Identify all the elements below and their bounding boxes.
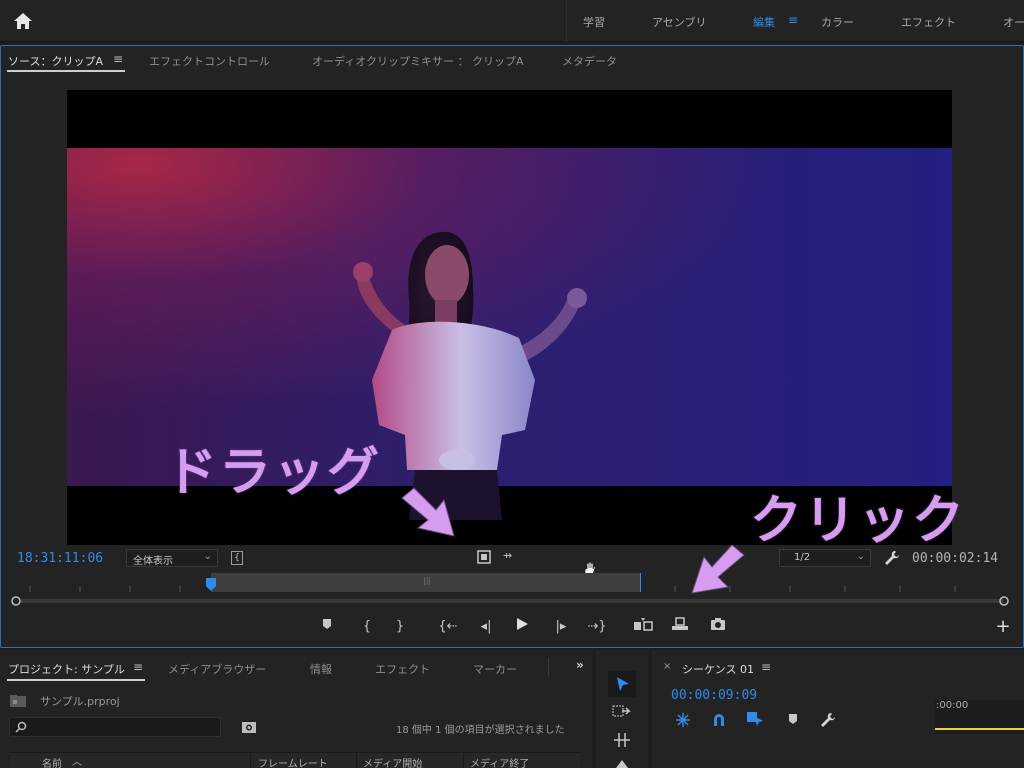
tab-info[interactable]: 情報: [310, 661, 332, 677]
search-icon: [15, 721, 27, 733]
clip-duration-timecode: 00:00:02:14: [912, 551, 999, 566]
more-tabs-icon[interactable]: »: [576, 658, 584, 672]
ripple-edit-tool-icon[interactable]: [613, 732, 631, 748]
step-forward-button[interactable]: |▸: [550, 617, 572, 637]
snap-magnet-icon[interactable]: [711, 712, 727, 728]
mark-out-button[interactable]: }: [389, 617, 411, 637]
selection-tool-button[interactable]: [608, 671, 636, 697]
tab-source[interactable]: ソース：クリップA: [8, 53, 103, 69]
add-marker-button[interactable]: [316, 617, 338, 637]
mark-in-icon: {: [362, 619, 372, 634]
panel-menu-icon[interactable]: ≡: [133, 660, 143, 674]
drag-video-icon[interactable]: {: [231, 551, 243, 565]
go-to-out-icon: ⇢}: [587, 619, 607, 634]
mark-in-button[interactable]: {: [356, 617, 378, 637]
camera-icon: [711, 618, 725, 630]
drag-arrow-icon: [401, 487, 455, 537]
track-select-tool-icon[interactable]: [612, 704, 632, 720]
selection-arrow-icon: [617, 677, 629, 691]
go-to-in-button[interactable]: {⇠: [437, 617, 459, 637]
workspace-tab-color[interactable]: カラー: [821, 14, 854, 30]
nest-toggle-icon[interactable]: [675, 712, 691, 728]
sequence-timecode[interactable]: 00:00:09:09: [671, 688, 757, 703]
play-button[interactable]: [511, 617, 533, 637]
panel-menu-icon[interactable]: ≡: [113, 52, 123, 66]
go-to-in-icon: {⇠: [438, 619, 458, 634]
step-back-button[interactable]: ◂|: [475, 617, 497, 637]
work-area-bar[interactable]: [935, 728, 1024, 730]
workspace-bar: [0, 0, 1024, 42]
selection-status: 18 個中 1 個の項目が選択されました: [396, 725, 565, 736]
workspace-tab-edit[interactable]: 編集: [753, 14, 775, 30]
column-divider[interactable]: [463, 752, 464, 768]
column-divider[interactable]: [356, 752, 357, 768]
chevron-down-icon: ⌄: [856, 551, 865, 562]
overwrite-icon: [672, 617, 688, 630]
zoom-scrollbar[interactable]: [10, 596, 1014, 606]
zoom-fit-select[interactable]: 全体表示 ⌄: [126, 549, 218, 567]
workspace-menu-icon[interactable]: ≡: [788, 13, 798, 27]
step-forward-icon: |▸: [555, 619, 567, 634]
tab-effect-controls[interactable]: エフェクトコントロール: [149, 53, 270, 69]
drag-audio-only-icon[interactable]: ⇸: [503, 549, 512, 562]
marker-icon: [323, 619, 331, 629]
tab-effects[interactable]: エフェクト: [375, 661, 430, 677]
tab-audio-clip-mixer[interactable]: オーディオクリップミキサー ： クリップA: [312, 53, 524, 69]
step-back-icon: ◂|: [480, 619, 492, 634]
divider: [548, 658, 549, 676]
search-input[interactable]: [9, 717, 221, 737]
playhead-timecode[interactable]: 18:31:11:06: [17, 551, 103, 566]
sort-ascending-icon[interactable]: ︿: [72, 753, 82, 768]
tab-media-browser[interactable]: メディアブラウザー: [168, 661, 266, 677]
tab-metadata[interactable]: メタデータ: [562, 53, 617, 69]
column-media-end[interactable]: メディア終了: [470, 755, 529, 768]
workspace-tab-learn[interactable]: 学習: [583, 14, 605, 30]
workspace-tab-assembly[interactable]: アセンブリ: [652, 14, 706, 30]
drag-video-only-icon[interactable]: [477, 550, 491, 564]
tab-markers[interactable]: マーカー: [473, 661, 517, 677]
resolution-label: 1/2: [794, 552, 811, 563]
find-bin-icon[interactable]: [241, 720, 257, 734]
razor-tool-icon[interactable]: [613, 760, 631, 768]
workspace-tab-effects[interactable]: エフェクト: [901, 14, 956, 30]
divider: [566, 0, 567, 42]
insert-button[interactable]: [632, 617, 654, 637]
playhead-icon[interactable]: [205, 578, 217, 592]
export-frame-button[interactable]: [707, 617, 729, 637]
add-marker-icon[interactable]: [787, 713, 799, 725]
project-file-icon: [10, 695, 26, 707]
playback-resolution-select[interactable]: 1/2 ⌄: [779, 549, 871, 567]
drag-annotation: ドラッグ: [165, 443, 382, 503]
workspace-tab-audio[interactable]: オー: [1003, 14, 1024, 30]
linked-selection-icon[interactable]: [746, 711, 764, 727]
range-grip-icon[interactable]: |||: [423, 576, 431, 585]
project-file-name: サンプル.prproj: [40, 695, 120, 708]
overwrite-button[interactable]: [669, 617, 691, 637]
panel-menu-icon[interactable]: ≡: [761, 660, 771, 674]
active-tab-indicator: [7, 679, 145, 681]
column-name[interactable]: 名前: [42, 755, 62, 768]
button-editor-button[interactable]: +: [992, 617, 1014, 637]
mark-out-icon: }: [395, 619, 405, 634]
zoom-fit-label: 全体表示: [133, 556, 173, 567]
go-to-out-button[interactable]: ⇢}: [586, 617, 608, 637]
active-tab-indicator: [7, 70, 125, 72]
wrench-icon[interactable]: [884, 550, 900, 566]
column-frame-rate[interactable]: フレームレート: [258, 755, 328, 768]
column-media-start[interactable]: メディア開始: [363, 755, 422, 768]
close-icon[interactable]: ×: [663, 661, 671, 672]
click-annotation: クリック: [750, 491, 967, 551]
ruler-time-label: :00:00: [936, 700, 969, 711]
sequence-tab[interactable]: シーケンス 01: [682, 661, 754, 677]
tab-project[interactable]: プロジェクト: サンプル: [8, 661, 125, 677]
home-icon[interactable]: [12, 10, 34, 32]
timeline-settings-wrench-icon[interactable]: [820, 712, 836, 728]
play-icon: [517, 618, 528, 630]
chevron-down-icon: ⌄: [203, 551, 212, 562]
insert-icon: [634, 618, 653, 631]
plus-icon: +: [995, 616, 1011, 637]
column-divider[interactable]: [250, 752, 251, 768]
